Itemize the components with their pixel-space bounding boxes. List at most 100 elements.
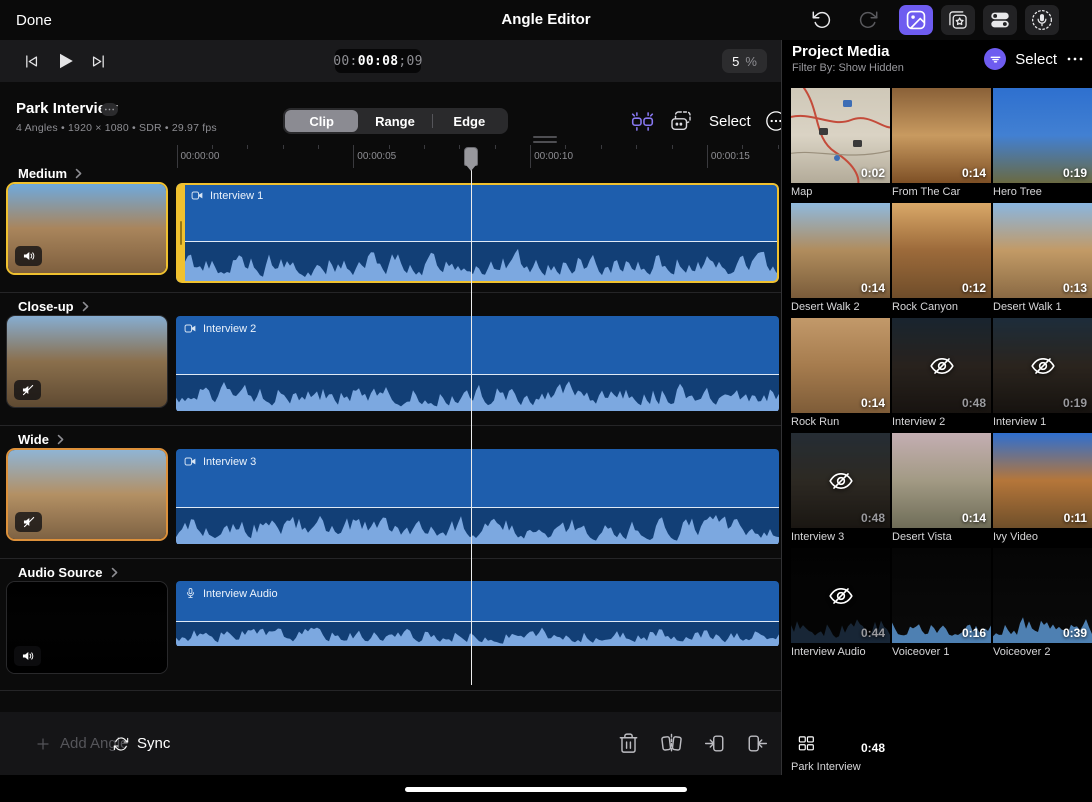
titles-effects-button[interactable] bbox=[941, 5, 975, 35]
ruler-tick-minor bbox=[459, 145, 460, 149]
ruler-tick-major bbox=[707, 145, 708, 168]
ruler-tick-minor bbox=[672, 145, 673, 149]
media-panel-title: Project Media bbox=[792, 43, 890, 60]
project-media-panel: Project Media Filter By: Show Hidden Sel… bbox=[781, 40, 1092, 775]
media-item-desert-walk-1[interactable]: 0:13Desert Walk 1 bbox=[993, 203, 1092, 318]
media-item-interview-3[interactable]: 0:48 Interview 3 bbox=[791, 433, 890, 548]
media-item-name: Interview Audio bbox=[791, 646, 890, 658]
media-item-name: Voiceover 1 bbox=[892, 646, 991, 658]
zoom-level-button[interactable]: 5% bbox=[722, 49, 767, 73]
project-options-icon[interactable] bbox=[101, 103, 118, 116]
home-indicator[interactable] bbox=[405, 787, 687, 792]
media-item-name: Voiceover 2 bbox=[993, 646, 1092, 658]
trim-handle[interactable] bbox=[180, 221, 182, 245]
ruler-tick-minor bbox=[495, 145, 496, 149]
angle-thumbnail[interactable] bbox=[6, 182, 168, 275]
overwrite-clip-button[interactable] bbox=[742, 729, 772, 759]
camera-icon bbox=[184, 322, 197, 335]
media-item-name: Park Interview bbox=[791, 761, 890, 773]
media-item-name: Interview 3 bbox=[791, 531, 890, 543]
media-item-park-interview[interactable]: 0:48Park Interview bbox=[791, 663, 890, 778]
insert-clip-button[interactable] bbox=[699, 729, 729, 759]
inspector-button[interactable] bbox=[983, 5, 1017, 35]
skip-to-start-icon[interactable] bbox=[22, 40, 40, 82]
angle-label-close-up[interactable]: Close-up bbox=[18, 299, 92, 314]
timeline-header-actions: Select bbox=[630, 106, 787, 136]
duration-badge: 0:19 bbox=[1063, 166, 1087, 180]
media-item-ivy-video[interactable]: 0:11Ivy Video bbox=[993, 433, 1092, 548]
angle-name: Audio Source bbox=[18, 565, 103, 580]
media-item-rock-canyon[interactable]: 0:12Rock Canyon bbox=[892, 203, 991, 318]
ellipsis-icon[interactable] bbox=[1066, 50, 1084, 68]
angle-name: Medium bbox=[18, 166, 67, 181]
media-thumbnail: 0:14 bbox=[791, 203, 890, 298]
media-item-name: Rock Run bbox=[791, 416, 890, 428]
playhead[interactable] bbox=[464, 147, 478, 685]
angle-thumbnail[interactable] bbox=[6, 448, 168, 541]
angle-name: Close-up bbox=[18, 299, 74, 314]
media-item-from-the-car[interactable]: 0:14From The Car bbox=[892, 88, 991, 203]
media-item-desert-walk-2[interactable]: 0:14Desert Walk 2 bbox=[791, 203, 890, 318]
ruler-tick-minor bbox=[636, 145, 637, 149]
media-item-voiceover-2[interactable]: 0:39 Voiceover 2 bbox=[993, 548, 1092, 663]
angle-name: Wide bbox=[18, 432, 49, 447]
redo-button[interactable] bbox=[853, 5, 883, 35]
angle-label-wide[interactable]: Wide bbox=[18, 432, 67, 447]
media-item-voiceover-1[interactable]: 0:16 Voiceover 1 bbox=[892, 548, 991, 663]
split-clip-button[interactable] bbox=[656, 729, 686, 759]
playhead-handle[interactable] bbox=[464, 147, 478, 166]
ruler-label: 00:00:10 bbox=[534, 151, 573, 162]
duration-badge: 0:14 bbox=[861, 396, 885, 410]
ruler-tick-minor bbox=[247, 145, 248, 149]
media-thumbnail: 0:48 bbox=[892, 318, 991, 413]
duration-badge: 0:39 bbox=[1063, 626, 1087, 640]
media-item-interview-audio[interactable]: 0:44Interview Audio bbox=[791, 548, 890, 663]
timeline-select-button[interactable]: Select bbox=[709, 113, 751, 130]
angle-label-audio-source[interactable]: Audio Source bbox=[18, 565, 121, 580]
media-grid: 0:02Map0:14From The Car0:19Hero Tree 0:14… bbox=[791, 88, 1092, 778]
pane-drag-handle[interactable] bbox=[533, 136, 557, 143]
ruler-tick-major bbox=[353, 145, 354, 168]
angle-thumbnail[interactable] bbox=[6, 581, 168, 674]
tab-edge[interactable]: Edge bbox=[433, 110, 506, 132]
media-item-desert-vista[interactable]: 0:14Desert Vista bbox=[892, 433, 991, 548]
ruler-tick-major bbox=[530, 145, 531, 168]
media-thumbnail: 0:48 bbox=[791, 433, 890, 528]
timeline-pane: 00:00:08;09 5% Park Interview 4 Angles •… bbox=[0, 40, 781, 775]
tab-clip[interactable]: Clip bbox=[285, 110, 358, 132]
media-item-rock-run[interactable]: 0:14 Rock Run bbox=[791, 318, 890, 433]
media-item-name: Ivy Video bbox=[993, 531, 1092, 543]
skip-to-end-icon[interactable] bbox=[89, 40, 107, 82]
media-thumbnail: 0:19 bbox=[993, 318, 1092, 413]
playhead-tip bbox=[466, 165, 476, 171]
media-browser-button[interactable] bbox=[899, 5, 933, 35]
play-icon[interactable] bbox=[54, 40, 76, 82]
angle-editor-window: Done Angle Editor 00:00:08;09 5% Park In… bbox=[0, 0, 1092, 802]
auto-sync-icon[interactable] bbox=[630, 109, 655, 134]
delete-button[interactable] bbox=[613, 729, 643, 759]
media-thumbnail: 0:39 bbox=[993, 548, 1092, 643]
filter-lines-icon[interactable] bbox=[984, 48, 1006, 70]
undo-button[interactable] bbox=[807, 5, 837, 35]
ruler-label: 00:00:00 bbox=[181, 151, 220, 162]
speaker-muted-icon bbox=[14, 380, 41, 400]
ruler-tick-minor bbox=[424, 145, 425, 149]
media-item-name: Map bbox=[791, 186, 890, 198]
media-select-button[interactable]: Select bbox=[1015, 51, 1057, 68]
voice-control-button[interactable] bbox=[1025, 5, 1059, 35]
angle-thumbnail[interactable] bbox=[6, 315, 168, 408]
media-item-interview-1[interactable]: 0:19Interview 1 bbox=[993, 318, 1092, 433]
tab-range[interactable]: Range bbox=[358, 110, 431, 132]
media-thumbnail: 0:14 bbox=[892, 433, 991, 528]
angle-label-medium[interactable]: Medium bbox=[18, 166, 85, 181]
mic-icon bbox=[184, 587, 197, 600]
sync-button[interactable]: Sync bbox=[113, 712, 170, 775]
media-item-map[interactable]: 0:02Map bbox=[791, 88, 890, 203]
media-item-interview-2[interactable]: 0:48Interview 2 bbox=[892, 318, 991, 433]
media-item-name: Rock Canyon bbox=[892, 301, 991, 313]
ruler-tick-minor bbox=[283, 145, 284, 149]
show-clips-icon[interactable] bbox=[669, 109, 693, 133]
duration-badge: 0:16 bbox=[962, 626, 986, 640]
chevron-right-icon bbox=[56, 434, 67, 445]
media-item-hero-tree[interactable]: 0:19Hero Tree bbox=[993, 88, 1092, 203]
